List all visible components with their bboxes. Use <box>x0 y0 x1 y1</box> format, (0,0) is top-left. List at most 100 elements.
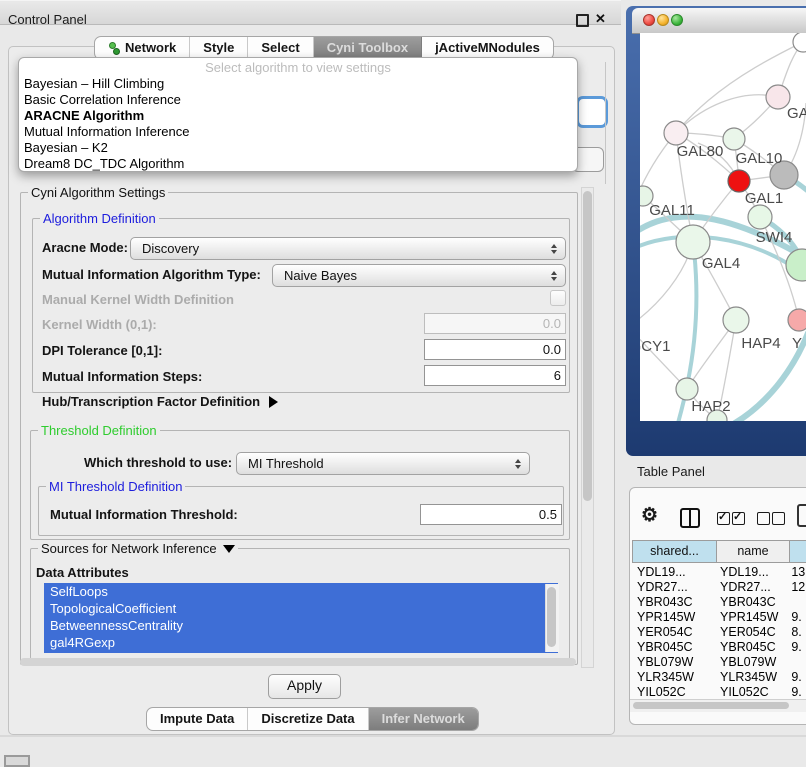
tab-jactivemnodules-label: jActiveMNodules <box>435 37 540 59</box>
unchecked-checkbox-icon[interactable] <box>772 512 785 525</box>
dpi-tolerance-field[interactable]: 0.0 <box>424 339 566 360</box>
data-attributes-list[interactable]: SelfLoopsTopologicalCoefficientBetweenne… <box>44 583 558 653</box>
control-panel-titlebar <box>0 0 621 25</box>
bottom-tab-strip: Impute Data Discretize Data Infer Network <box>146 707 479 731</box>
network-node[interactable] <box>748 205 772 229</box>
table-cell: 9. <box>786 610 806 624</box>
close-traffic-light-icon[interactable] <box>643 14 655 26</box>
settings-vscrollbar-thumb[interactable] <box>583 191 592 501</box>
column-selector-icon[interactable] <box>680 508 700 528</box>
table-cell: YDR27... <box>632 580 715 594</box>
algorithm-option-bayesian-hill-climbing[interactable]: Bayesian – Hill Climbing <box>19 76 577 92</box>
algorithm-option-bayesian-k2[interactable]: Bayesian – K2 <box>19 140 577 156</box>
apply-button[interactable]: Apply <box>268 674 341 699</box>
tab-jactivemnodules[interactable]: jActiveMNodules <box>422 37 553 59</box>
attribute-item-betweennesscentrality[interactable]: BetweennessCentrality <box>44 617 558 634</box>
network-node[interactable] <box>788 309 806 331</box>
column-header-name[interactable]: name <box>717 540 790 563</box>
algorithm-option-basic-correlation-inference[interactable]: Basic Correlation Inference <box>19 92 577 108</box>
which-threshold-select[interactable]: MI Threshold <box>236 452 530 475</box>
table-cell: 9. <box>786 670 806 684</box>
function-builder-icon[interactable] <box>797 504 806 527</box>
node-label-gal: GAL <box>787 105 806 122</box>
table-row[interactable]: YER054CYER054C8. <box>632 624 806 639</box>
table-cell: YPR145W <box>632 610 715 624</box>
network-node[interactable] <box>676 378 698 400</box>
table-row[interactable]: YDR27...YDR27...12 <box>632 579 806 594</box>
node-label-gal10: GAL10 <box>736 150 783 167</box>
column-header-partial[interactable] <box>790 540 806 563</box>
network-node[interactable] <box>723 307 749 333</box>
table-cell: YLR345W <box>715 670 786 684</box>
tab-style[interactable]: Style <box>190 37 248 59</box>
node-label-gal80: GAL80 <box>677 143 724 160</box>
table-cell: YBR043C <box>632 595 715 609</box>
table-row[interactable]: YBR045CYBR045C9. <box>632 639 806 654</box>
algorithm-option-dream8-dc-tdc-algorithm[interactable]: Dream8 DC_TDC Algorithm <box>19 156 577 172</box>
settings-hscrollbar-thumb[interactable] <box>20 658 576 666</box>
chevron-right-icon <box>269 396 278 408</box>
dock-panel-icon[interactable] <box>4 755 30 767</box>
tab-select-label: Select <box>261 37 299 59</box>
table-hscrollbar-thumb[interactable] <box>633 702 789 709</box>
kernel-width-label: Kernel Width (0,1): <box>42 317 157 332</box>
gear-icon[interactable]: ⚙ <box>641 504 658 527</box>
zoom-traffic-light-icon[interactable] <box>671 14 683 26</box>
float-window-icon[interactable] <box>576 14 589 27</box>
table-panel-title: Table Panel <box>637 464 705 479</box>
table-row[interactable]: YDL19...YDL19...13 <box>632 564 806 579</box>
algorithm-popup-list: Bayesian – Hill ClimbingBasic Correlatio… <box>19 76 577 172</box>
aracne-mode-select[interactable]: Discovery <box>130 237 566 260</box>
table-cell: 12 <box>786 580 806 594</box>
mi-threshold-field[interactable]: 0.5 <box>420 504 562 525</box>
table-row[interactable]: YPR145WYPR145W9. <box>632 609 806 624</box>
tab-discretize-data[interactable]: Discretize Data <box>248 708 368 730</box>
tab-select[interactable]: Select <box>248 37 313 59</box>
table-row[interactable]: YIL052CYIL052C9. <box>632 684 806 699</box>
chevron-down-icon <box>223 545 235 553</box>
mi-steps-field[interactable]: 6 <box>424 365 566 386</box>
tab-cyni-toolbox-label: Cyni Toolbox <box>327 37 408 59</box>
table-cell: YBR045C <box>632 640 715 654</box>
minimize-traffic-light-icon[interactable] <box>657 14 669 26</box>
hub-definition-toggle[interactable]: Hub/Transcription Factor Definition <box>42 394 278 409</box>
table-row[interactable]: YLR345WYLR345W9. <box>632 669 806 684</box>
network-icon <box>108 42 120 54</box>
checked-checkbox-icon[interactable] <box>717 512 730 525</box>
node-label-swi4: SWI4 <box>756 229 793 246</box>
node-label-hap2: HAP2 <box>691 398 730 415</box>
tab-impute-data[interactable]: Impute Data <box>147 708 248 730</box>
network-node[interactable] <box>793 33 806 52</box>
table-row[interactable]: YBL079WYBL079W <box>632 654 806 669</box>
tab-impute-data-label: Impute Data <box>160 708 234 730</box>
mi-type-label: Mutual Information Algorithm Type: <box>42 267 261 282</box>
sources-group-title[interactable]: Sources for Network Inference <box>38 541 238 556</box>
attributes-scrollbar-thumb[interactable] <box>547 587 556 647</box>
table-row[interactable]: YBR043CYBR043C <box>632 594 806 609</box>
hub-definition-label: Hub/Transcription Factor Definition <box>42 394 260 409</box>
node-label-hap4: HAP4 <box>741 335 780 352</box>
attribute-item-topologicalcoefficient[interactable]: TopologicalCoefficient <box>44 600 558 617</box>
tab-infer-network[interactable]: Infer Network <box>369 708 478 730</box>
checked-checkbox-icon[interactable] <box>732 512 745 525</box>
table-body: YDL19...YDL19...13YDR27...YDR27...12YBR0… <box>632 564 806 699</box>
network-node[interactable] <box>728 170 750 192</box>
algorithm-option-aracne-algorithm[interactable]: ARACNE Algorithm <box>19 108 577 124</box>
attribute-item-gal4rgexp[interactable]: gal4RGexp <box>44 634 558 651</box>
network-node[interactable] <box>664 121 688 145</box>
tab-discretize-data-label: Discretize Data <box>261 708 354 730</box>
algorithm-option-mutual-information-inference[interactable]: Mutual Information Inference <box>19 124 577 140</box>
attribute-item-selfloops[interactable]: SelfLoops <box>44 583 558 600</box>
tab-cyni-toolbox[interactable]: Cyni Toolbox <box>314 37 422 59</box>
close-icon[interactable]: ✕ <box>595 11 606 27</box>
unchecked-checkbox-icon[interactable] <box>757 512 770 525</box>
network-node[interactable] <box>676 225 710 259</box>
stepper-arrows-icon <box>546 271 562 281</box>
tab-network[interactable]: Network <box>95 37 190 59</box>
network-node[interactable] <box>786 249 806 281</box>
network-canvas[interactable]: GALGAL80GAL10GAL1GAL11SWI4GAL4GCY1HAP4YH… <box>640 33 806 421</box>
mi-type-select[interactable]: Naive Bayes <box>272 264 566 287</box>
node-label-gcy1: GCY1 <box>640 338 670 355</box>
column-header-shared-[interactable]: shared... <box>632 540 717 563</box>
network-node[interactable] <box>723 128 745 150</box>
